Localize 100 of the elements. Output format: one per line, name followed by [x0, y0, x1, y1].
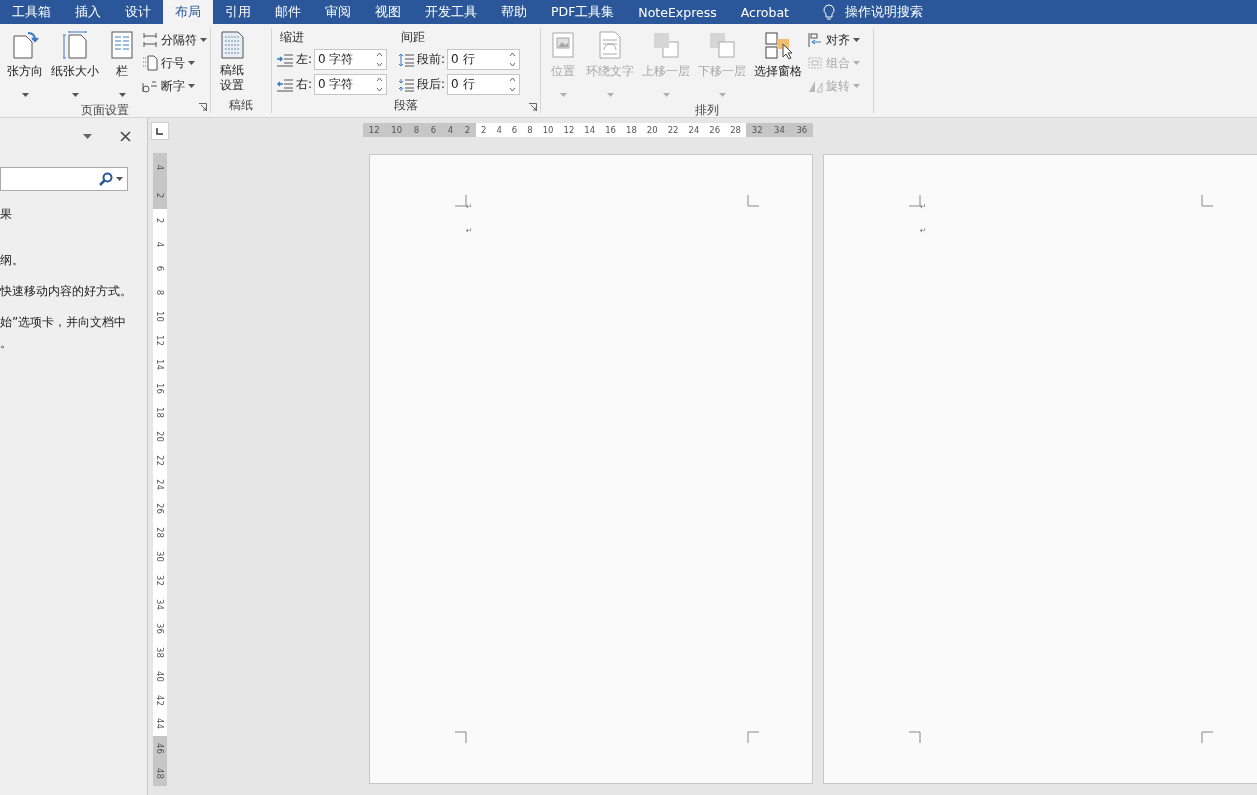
- lightbulb-icon: [823, 4, 835, 20]
- crop-mark: [909, 731, 921, 743]
- spinner-arrows-icon[interactable]: [509, 76, 517, 93]
- ribbon-button[interactable]: 选择窗格: [751, 28, 805, 102]
- spin-field[interactable]: 0 行: [447, 49, 521, 70]
- dialog-launcher-icon[interactable]: [199, 103, 207, 111]
- ribbon-button[interactable]: 分隔符: [142, 30, 207, 50]
- crop-mark: [909, 195, 921, 207]
- ribbon-tab[interactable]: NoteExpress: [626, 0, 729, 24]
- ribbon-tab[interactable]: 引用: [213, 0, 263, 24]
- dropdown-arrow-icon[interactable]: [83, 133, 92, 139]
- ribbon-button[interactable]: 纸张大小: [48, 28, 102, 102]
- ruler-number: 24: [155, 479, 164, 490]
- ruler-number: 14: [584, 125, 596, 135]
- ruler-number: 36: [155, 622, 164, 634]
- group-label: 排列: [695, 102, 719, 118]
- rotate-icon: [807, 78, 823, 94]
- ruler-number: 12: [368, 125, 380, 135]
- spinner-arrows-icon[interactable]: [509, 51, 517, 68]
- ruler-number: 2: [481, 125, 487, 135]
- spin-field[interactable]: 0 字符: [314, 74, 388, 95]
- page-rotate-icon: [10, 30, 40, 60]
- crop-mark: [1201, 195, 1213, 207]
- ribbon-tab[interactable]: PDF工具集: [539, 0, 627, 24]
- ruler-number: 4: [447, 125, 454, 135]
- ribbon-button[interactable]: 断字: [142, 76, 207, 96]
- help-text: 。: [0, 335, 13, 352]
- ruler-number: 42: [155, 694, 164, 706]
- section-heading: 缩进: [279, 29, 305, 46]
- align-icon: [807, 32, 823, 48]
- ruler-number: 20: [155, 431, 164, 442]
- ruler-number: 24: [688, 125, 700, 135]
- paragraph-mark: ↵: [920, 201, 928, 213]
- ribbon-tab[interactable]: 插入: [63, 0, 113, 24]
- ribbon-button[interactable]: 行号: [142, 53, 207, 73]
- field-label: 段后:: [417, 76, 446, 93]
- space-after-icon: [397, 77, 416, 92]
- ribbon-tab[interactable]: 邮件: [263, 0, 313, 24]
- spin-field[interactable]: 0 行: [447, 74, 521, 95]
- ruler-number: 26: [155, 503, 164, 514]
- ruler-number: 16: [155, 383, 164, 395]
- ribbon-button[interactable]: 张方向: [4, 28, 46, 102]
- ribbon-tab[interactable]: 帮助: [489, 0, 539, 24]
- ruler-number: 40: [155, 670, 164, 682]
- ruler-number: 10: [391, 125, 403, 135]
- ruler-number: 16: [605, 125, 616, 135]
- ruler-number: 10: [155, 311, 164, 323]
- close-icon[interactable]: [120, 130, 131, 142]
- ruler-number: 26: [709, 125, 721, 135]
- tab-selector[interactable]: [150, 122, 169, 140]
- dialog-launcher-icon[interactable]: [529, 103, 537, 111]
- ribbon-tab[interactable]: 审阅: [313, 0, 363, 24]
- ruler-number: 38: [155, 646, 164, 658]
- ruler-number: 32: [751, 125, 763, 135]
- help-text: 果: [0, 206, 13, 223]
- ruler-number: 4: [496, 125, 502, 135]
- search-icon[interactable]: [99, 172, 113, 186]
- ruler-number: 28: [730, 125, 741, 135]
- ruler-number: 8: [155, 290, 164, 296]
- hyphenation-icon: [142, 78, 158, 94]
- ribbon-tab[interactable]: 开发工具: [413, 0, 489, 24]
- ruler-number: 20: [646, 125, 658, 135]
- ribbon-tab[interactable]: Acrobat: [728, 0, 801, 24]
- selection-pane-icon: [763, 30, 793, 60]
- ruler-number: 44: [155, 718, 164, 730]
- paragraph-mark: ↵: [920, 225, 928, 237]
- send-backward-icon: [707, 30, 737, 60]
- tell-me-search[interactable]: 操作说明搜索: [845, 3, 923, 21]
- space-before-icon: [397, 52, 416, 67]
- page-break-icon: [142, 32, 158, 48]
- paragraph-mark: ↵: [466, 225, 474, 237]
- ruler-number: 32: [155, 574, 164, 586]
- group-label: 稿纸: [229, 97, 253, 113]
- ruler-number: 12: [563, 125, 575, 135]
- ribbon-tab[interactable]: 视图: [363, 0, 413, 24]
- ribbon-button[interactable]: 对齐: [807, 30, 860, 50]
- crop-mark: [1201, 731, 1213, 743]
- ruler-number: 6: [511, 125, 518, 135]
- spin-field[interactable]: 0 字符: [314, 49, 388, 70]
- spinner-arrows-icon[interactable]: [376, 76, 384, 93]
- ruler-number: 30: [155, 550, 164, 562]
- ruler-number: 2: [464, 125, 471, 135]
- ribbon-tab[interactable]: 工具箱: [0, 0, 63, 24]
- spinner-arrows-icon[interactable]: [376, 51, 384, 68]
- ruler-number: 34: [155, 598, 164, 610]
- ruler-number: 2: [155, 218, 164, 224]
- ribbon-tab[interactable]: 设计: [113, 0, 163, 24]
- group-icon: [807, 55, 823, 71]
- section-heading: 间距: [400, 29, 427, 46]
- group-label: 页面设置: [81, 102, 129, 118]
- ruler-number: 14: [155, 359, 164, 371]
- ribbon-button[interactable]: 栏: [104, 28, 140, 102]
- field-label: 段前:: [417, 51, 446, 68]
- help-text: 始”选项卡，并向文档中: [0, 314, 128, 331]
- ruler-number: 36: [796, 125, 808, 135]
- field-label: 左:: [296, 51, 313, 68]
- ribbon-tab[interactable]: 布局: [163, 0, 213, 24]
- search-field[interactable]: [0, 167, 128, 191]
- field-label: 右:: [296, 76, 313, 93]
- ribbon-button[interactable]: 稿纸设置: [215, 28, 249, 97]
